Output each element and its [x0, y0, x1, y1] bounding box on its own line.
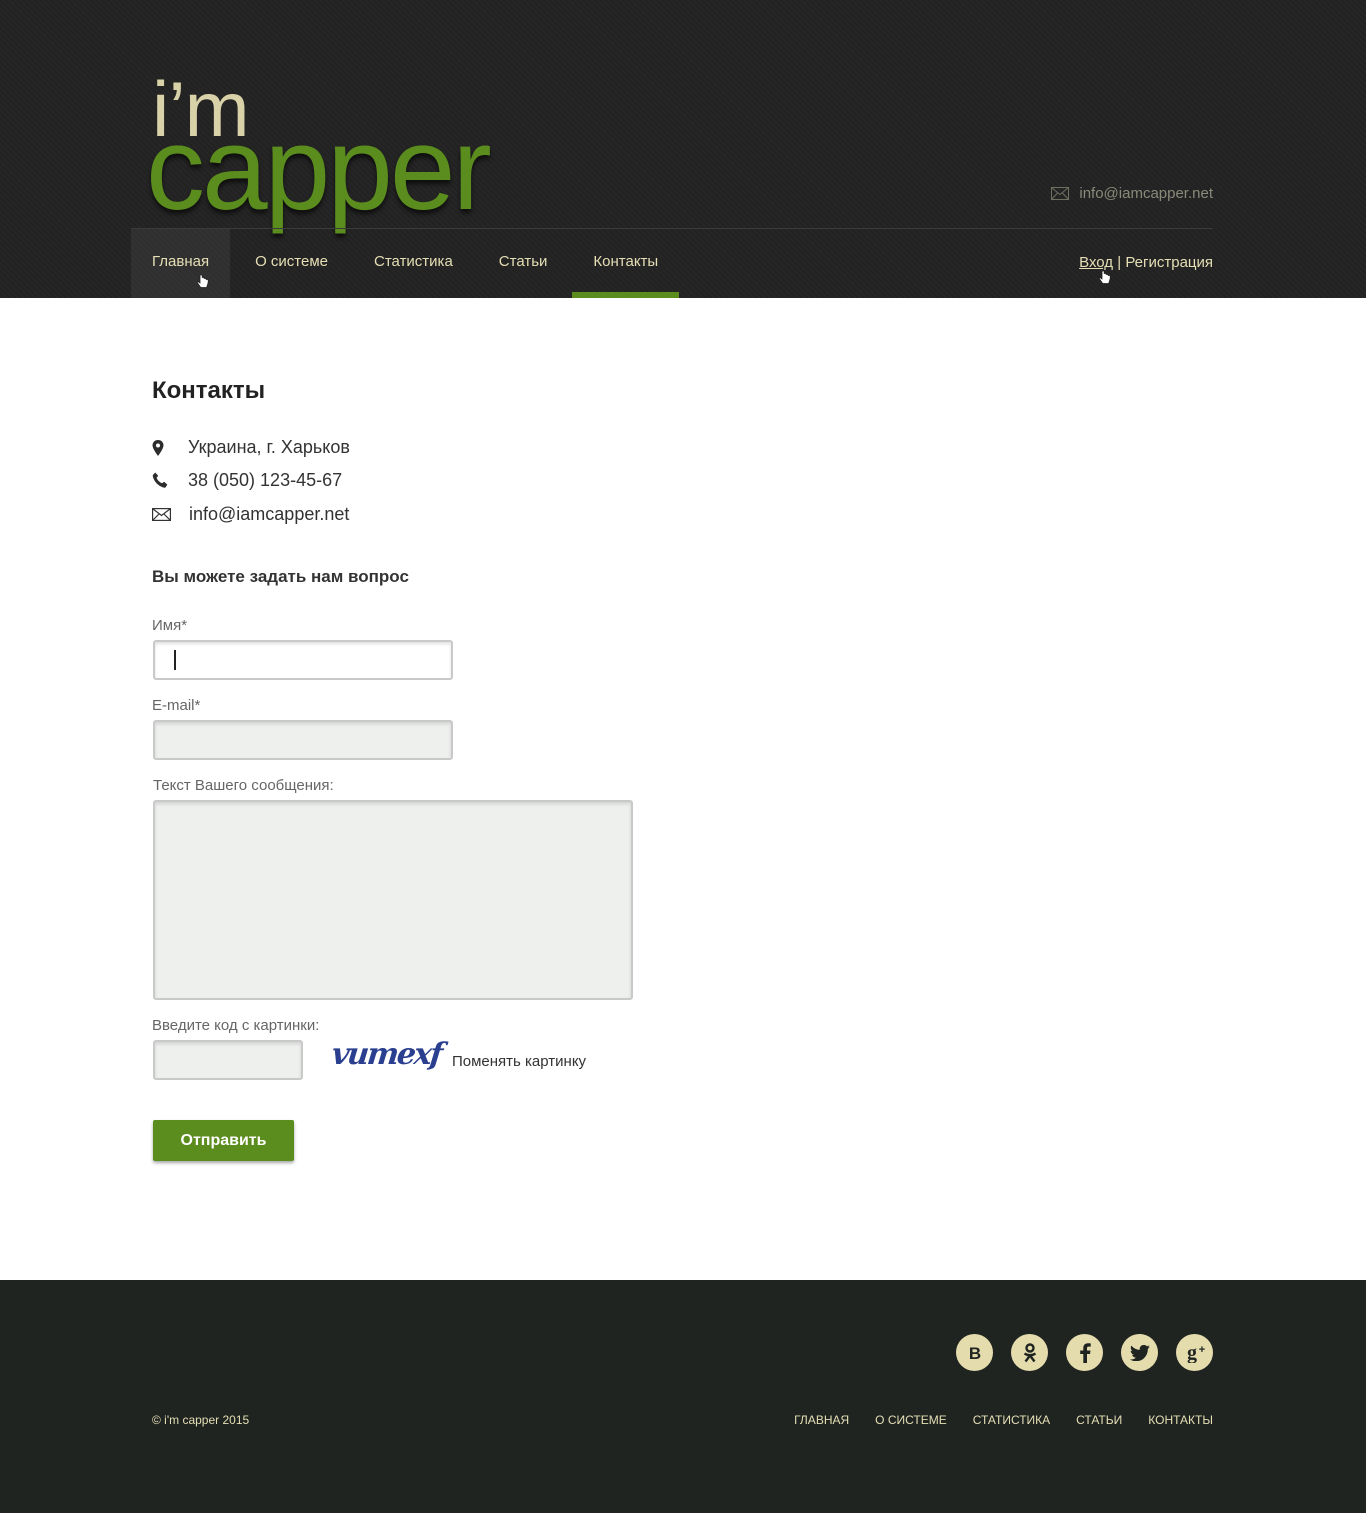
logo-capper-text: capper [146, 103, 492, 235]
copyright: © i'm capper 2015 [152, 1413, 250, 1427]
auth-separator: | [1117, 254, 1122, 271]
facebook-icon[interactable] [1066, 1334, 1103, 1371]
nav-item-label: Статистика [374, 253, 453, 270]
form-heading: Вы можете задать нам вопрос [152, 567, 409, 586]
nav-item-about[interactable]: О системе [234, 229, 349, 298]
change-captcha-link[interactable]: Поменять картинку [452, 1053, 586, 1070]
captcha-image: vumexf [330, 1037, 443, 1072]
twitter-icon[interactable] [1121, 1334, 1158, 1371]
nav-item-home[interactable]: Главная [131, 229, 231, 298]
email-label: E-mail* [152, 697, 201, 714]
name-field[interactable] [153, 640, 453, 680]
envelope-icon [1051, 187, 1070, 200]
contact-phone: 38 (050) 123-45-67 [152, 470, 342, 491]
phone-icon [152, 472, 188, 489]
contact-email-text[interactable]: info@iamcapper.net [189, 504, 349, 525]
social-links: B g + [956, 1334, 1213, 1371]
footer-nav-home[interactable]: ГЛАВНАЯ [794, 1413, 849, 1427]
hand-cursor-icon [196, 274, 209, 293]
odnoklassniki-icon[interactable] [1011, 1334, 1048, 1371]
login-link[interactable]: Вход [1079, 254, 1113, 271]
name-label: Имя* [152, 617, 188, 634]
header-email[interactable]: info@iamcapper.net [1051, 185, 1213, 202]
site-logo[interactable]: i’m capper [146, 70, 520, 228]
captcha-field[interactable] [153, 1040, 303, 1080]
main-nav: Главная О системе Статистика Статьи Конт… [131, 229, 683, 298]
auth-links: Вход | Регистрация [1079, 254, 1213, 271]
vk-icon[interactable]: B [956, 1334, 993, 1371]
message-textarea[interactable] [153, 800, 633, 1000]
site-footer: B g + © i'm capper 2015 ГЛАВНАЯ О СИСТЕМЕ… [0, 1280, 1366, 1513]
svg-text:+: + [1198, 1344, 1204, 1356]
footer-nav-articles[interactable]: СТАТЬИ [1076, 1413, 1122, 1427]
nav-item-articles[interactable]: Статьи [478, 229, 569, 298]
hand-cursor-icon [1098, 270, 1111, 289]
svg-text:B: B [968, 1344, 980, 1362]
contact-phone-text: 38 (050) 123-45-67 [188, 470, 343, 490]
footer-nav-statistics[interactable]: СТАТИСТИКА [973, 1413, 1050, 1427]
svg-text:g: g [1187, 1343, 1197, 1363]
register-link[interactable]: Регистрация [1125, 254, 1213, 271]
footer-nav-contacts[interactable]: КОНТАКТЫ [1148, 1413, 1213, 1427]
nav-item-label: Контакты [593, 253, 659, 270]
google-plus-icon[interactable]: g + [1176, 1334, 1213, 1371]
contact-address-text: Украина, г. Харьков [188, 437, 350, 457]
text-caret [174, 650, 176, 670]
site-header: i’m capper info@iamcapper.net Главная О … [0, 0, 1366, 298]
nav-item-statistics[interactable]: Статистика [353, 229, 474, 298]
header-email-text[interactable]: info@iamcapper.net [1079, 185, 1213, 202]
envelope-icon [152, 508, 188, 521]
contact-address: Украина, г. Харьков [152, 437, 350, 458]
submit-button[interactable]: Отправить [153, 1120, 294, 1161]
captcha-label: Введите код с картинки: [152, 1017, 320, 1034]
contact-email: info@iamcapper.net [152, 504, 349, 525]
message-label: Текст Вашего сообщения: [153, 777, 334, 794]
nav-item-contacts[interactable]: Контакты [572, 229, 680, 298]
nav-item-label: Статьи [498, 253, 548, 270]
map-pin-icon [152, 439, 188, 456]
nav-item-label: Главная [152, 253, 210, 270]
nav-item-label: О системе [255, 253, 329, 270]
email-field[interactable] [153, 720, 453, 760]
footer-nav: ГЛАВНАЯ О СИСТЕМЕ СТАТИСТИКА СТАТЬИ КОНТ… [794, 1413, 1213, 1427]
page-title: Контакты [152, 377, 266, 404]
footer-nav-about[interactable]: О СИСТЕМЕ [875, 1413, 947, 1427]
